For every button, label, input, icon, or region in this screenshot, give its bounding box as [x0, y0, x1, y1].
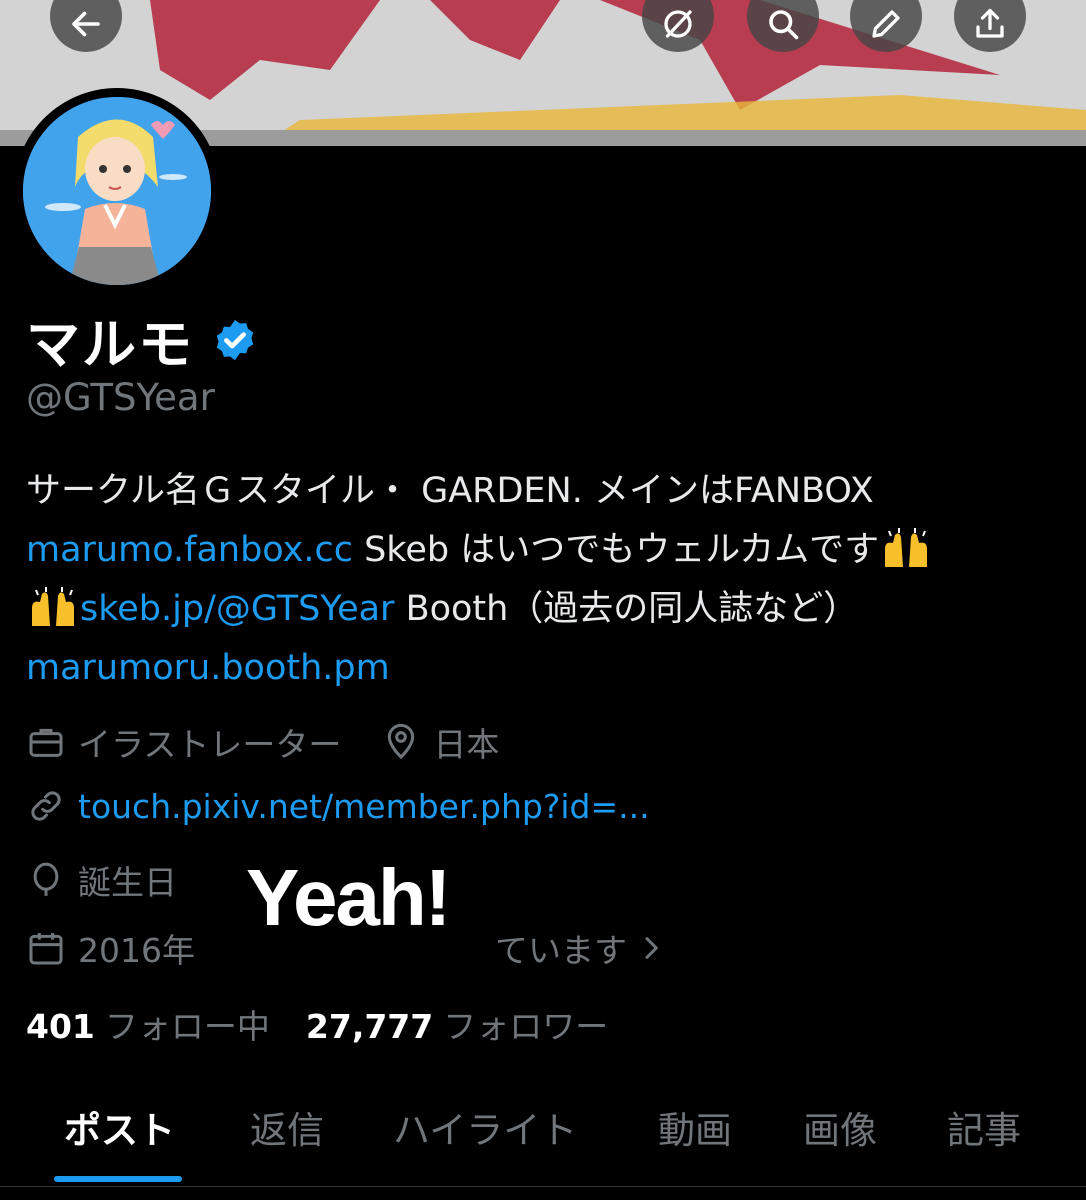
- profile-meta-row-2: touch.pixiv.net/member.php?id=...: [26, 786, 650, 826]
- briefcase-icon: [29, 728, 63, 757]
- bio: サークル名Ｇスタイル・ GARDEN. メインはFANBOX marumo.fa…: [26, 462, 1066, 698]
- following-count[interactable]: 401: [26, 1007, 95, 1046]
- tab-articles[interactable]: 記事: [947, 1100, 1021, 1154]
- avatar-image: [23, 97, 211, 285]
- bio-line-2: marumo.fanbox.cc Skeb はいつでもウェルカムです: [26, 521, 1066, 580]
- search-icon: [769, 10, 799, 40]
- profession-text: イラストレーター: [78, 725, 342, 764]
- calendar-icon: [29, 933, 63, 965]
- followers-count[interactable]: 27,777: [306, 1007, 433, 1046]
- verified-badge-icon[interactable]: [212, 317, 258, 363]
- profile-meta-row-1: イラストレーター 日本: [26, 718, 499, 766]
- tabs-divider: [0, 1186, 1086, 1187]
- balloon-icon: [33, 862, 59, 896]
- handle: @GTSYear: [26, 376, 215, 419]
- link-icon: [31, 791, 61, 821]
- display-name: マルモ: [26, 300, 258, 379]
- bio-line-3: skeb.jp/@GTSYear Booth（過去の同人誌など）: [26, 580, 1066, 639]
- bio-link-booth[interactable]: marumoru.booth.pm: [26, 648, 390, 688]
- follow-stats: 401 フォロー中 27,777 フォロワー: [26, 1000, 644, 1048]
- profile-tabs: ポスト 返信 ハイライト 動画 画像 記事: [0, 1100, 1086, 1156]
- grok-icon: [664, 10, 692, 38]
- tab-replies[interactable]: 返信: [250, 1100, 324, 1154]
- bio-text-booth: Booth（過去の同人誌など）: [394, 589, 859, 629]
- avatar[interactable]: [14, 88, 220, 294]
- profile-meta-row-3: 誕生日: [26, 856, 177, 904]
- location-text: 日本: [433, 725, 500, 764]
- tab-videos[interactable]: 動画: [658, 1100, 732, 1154]
- active-tab-indicator: [54, 1176, 182, 1182]
- following-label[interactable]: フォロー中: [105, 1000, 270, 1048]
- followers-label[interactable]: フォロワー: [443, 1000, 608, 1048]
- share-icon: [976, 8, 1004, 38]
- tab-media[interactable]: 画像: [803, 1100, 877, 1154]
- arrow-left-icon: [72, 11, 100, 37]
- location-pin-icon: [388, 723, 415, 760]
- bio-link-skeb[interactable]: skeb.jp/@GTSYear: [80, 589, 394, 629]
- chevron-right-icon: [645, 937, 658, 959]
- raising-hands-emoji-icon: [32, 587, 74, 626]
- tab-highlights[interactable]: ハイライト: [393, 1100, 577, 1154]
- edit-icon: [872, 10, 900, 38]
- bio-link-fanbox[interactable]: marumo.fanbox.cc: [26, 530, 353, 570]
- overlay-caption: Yeah!: [246, 853, 451, 942]
- bio-line-1: サークル名Ｇスタイル・ GARDEN. メインはFANBOX: [26, 471, 874, 511]
- website-link[interactable]: touch.pixiv.net/member.php?id=...: [78, 787, 650, 826]
- raising-hands-emoji-icon: [885, 528, 928, 567]
- joined-prefix: 2016年: [78, 931, 195, 970]
- bio-line-4: marumoru.booth.pm: [26, 639, 1066, 698]
- birthday-text: 誕生日: [78, 863, 177, 902]
- bio-text-skeb: Skeb はいつでもウェルカムです: [352, 530, 880, 570]
- tab-posts[interactable]: ポスト: [64, 1100, 175, 1154]
- joined-suffix: ています: [494, 931, 627, 970]
- display-name-text: マルモ: [26, 313, 194, 376]
